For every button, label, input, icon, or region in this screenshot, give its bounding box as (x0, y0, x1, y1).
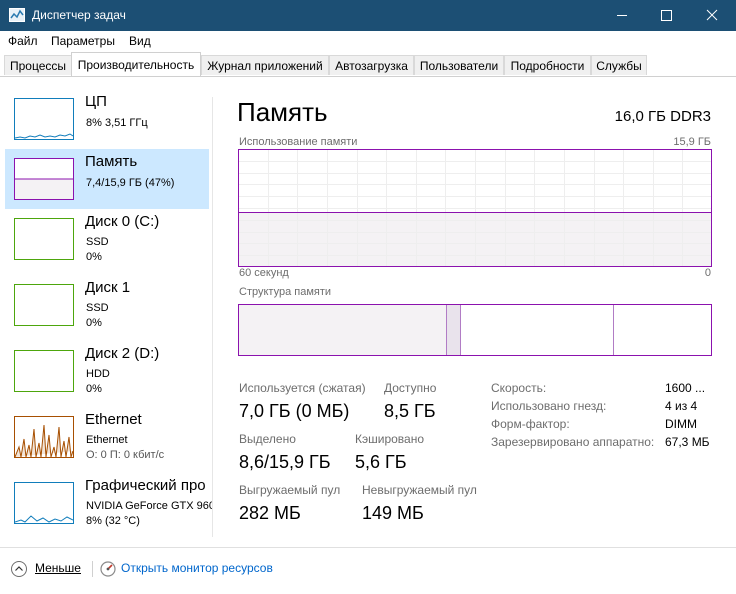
detail-reserved-label: Зарезервировано аппаратно: (491, 435, 655, 449)
stat-committed-value: 8,6/15,9 ГБ (239, 452, 331, 472)
sidebar-value-gpu: 8% (32 °C) (86, 515, 140, 527)
performance-panel: ЦП 8% 3,51 ГГц Память 7,4/15,9 ГБ (47%) … (0, 76, 736, 547)
sidebar-value-disk1: 0% (86, 317, 102, 329)
disk1-thumbnail-graph (14, 284, 74, 326)
menu-file[interactable]: Файл (8, 34, 38, 48)
time-axis-right: 0 (704, 267, 711, 279)
sidebar-divider (212, 97, 213, 537)
window-title: Диспетчер задач (32, 8, 126, 22)
sidebar-value-disk2: 0% (86, 383, 102, 395)
sidebar-type-disk1: SSD (86, 302, 109, 314)
page-title: Память (237, 97, 328, 127)
sidebar-adapter-ethernet: Ethernet (86, 434, 128, 446)
footer-bar: Меньше Открыть монитор ресурсов (0, 547, 736, 594)
stat-paged-pool-label: Выгружаемый пул (239, 483, 341, 497)
maximize-button[interactable] (643, 0, 689, 31)
resource-list: ЦП 8% 3,51 ГГц Память 7,4/15,9 ГБ (47%) … (0, 77, 213, 547)
sidebar-item-disk1[interactable]: Диск 1 SSD 0% (5, 275, 209, 335)
sidebar-item-disk2[interactable]: Диск 2 (D:) HDD 0% (5, 341, 209, 401)
sidebar-type-disk0: SSD (86, 236, 109, 248)
sidebar-value-disk0: 0% (86, 251, 102, 263)
sidebar-model-gpu: NVIDIA GeForce GTX 960 (86, 500, 212, 512)
detail-speed-label: Скорость: (491, 381, 547, 395)
tab-bar: Процессы Производительность Журнал прило… (0, 52, 736, 77)
sidebar-label-ethernet: Ethernet (85, 411, 142, 428)
time-axis-left: 60 секунд (239, 267, 289, 279)
tab-details[interactable]: Подробности (504, 55, 591, 75)
title-bar: Диспетчер задач (0, 0, 736, 31)
close-button[interactable] (689, 0, 735, 31)
tab-performance[interactable]: Производительность (71, 52, 201, 77)
disk2-thumbnail-graph (14, 350, 74, 392)
menu-options[interactable]: Параметры (51, 34, 115, 48)
stat-nonpaged-pool-value: 149 МБ (362, 503, 424, 523)
memory-usage-graph (238, 149, 712, 267)
disk0-thumbnail-graph (14, 218, 74, 260)
sidebar-label-disk2: Диск 2 (D:) (85, 345, 160, 362)
gpu-thumbnail-graph (14, 482, 74, 524)
stat-available-value: 8,5 ГБ (384, 401, 436, 421)
stat-in-use-value: 7,0 ГБ (0 МБ) (239, 401, 350, 421)
sidebar-item-gpu[interactable]: Графический про NVIDIA GeForce GTX 960 8… (5, 473, 212, 533)
sidebar-label-disk0: Диск 0 (C:) (85, 213, 160, 230)
minimize-icon (617, 15, 627, 16)
sidebar-label-memory: Память (85, 153, 138, 170)
minimize-button[interactable] (599, 0, 645, 31)
memory-structure-bar (238, 304, 712, 356)
maximize-icon (661, 10, 672, 21)
sidebar-type-disk2: HDD (86, 368, 110, 380)
sidebar-item-disk0[interactable]: Диск 0 (C:) SSD 0% (5, 209, 209, 269)
detail-reserved-value: 67,3 МБ (665, 435, 710, 449)
sidebar-value-memory: 7,4/15,9 ГБ (47%) (86, 177, 175, 189)
tab-services[interactable]: Службы (591, 55, 647, 75)
sidebar-label-gpu: Графический про (85, 477, 206, 494)
tab-processes[interactable]: Процессы (4, 55, 72, 75)
sidebar-item-memory[interactable]: Память 7,4/15,9 ГБ (47%) (5, 149, 209, 209)
footer-separator (92, 561, 93, 577)
tab-app-history[interactable]: Журнал приложений (201, 55, 329, 75)
stat-in-use-label: Используется (сжатая) (239, 381, 366, 395)
detail-speed-value: 1600 ... (665, 381, 706, 395)
fewer-details-label: Меньше (35, 561, 81, 575)
stat-paged-pool-value: 282 МБ (239, 503, 301, 523)
sidebar-label-disk1: Диск 1 (85, 279, 131, 296)
detail-form-factor-value: DIMM (665, 417, 697, 431)
sidebar-item-ethernet[interactable]: Ethernet Ethernet О: 0 П: 0 кбит/с (5, 407, 209, 467)
chevron-up-icon (11, 561, 27, 577)
open-resource-monitor-label: Открыть монитор ресурсов (121, 561, 273, 575)
detail-slots-label: Использовано гнезд: (491, 399, 607, 413)
sidebar-label-cpu: ЦП (85, 93, 107, 110)
usage-graph-label: Использование памяти (239, 136, 358, 148)
ethernet-thumbnail-graph (14, 416, 74, 458)
detail-slots-value: 4 из 4 (665, 399, 698, 413)
detail-form-factor-label: Форм-фактор: (491, 417, 570, 431)
menu-view[interactable]: Вид (129, 34, 151, 48)
stat-cached-label: Кэшировано (355, 432, 425, 446)
structure-modified (446, 305, 460, 355)
tab-users[interactable]: Пользователи (414, 55, 504, 75)
cpu-thumbnail-graph (14, 98, 74, 140)
stat-available-label: Доступно (384, 381, 437, 395)
tab-startup[interactable]: Автозагрузка (329, 55, 414, 75)
sidebar-item-cpu[interactable]: ЦП 8% 3,51 ГГц (5, 89, 209, 149)
stat-committed-label: Выделено (239, 432, 296, 446)
close-icon (706, 9, 718, 21)
stat-nonpaged-pool-label: Невыгружаемый пул (362, 483, 477, 497)
sidebar-value-ethernet: О: 0 П: 0 кбит/с (86, 449, 165, 461)
sidebar-value-cpu: 8% 3,51 ГГц (86, 117, 148, 129)
structure-graph-label: Структура памяти (239, 286, 332, 298)
usage-graph-max: 15,9 ГБ (673, 136, 711, 148)
resource-monitor-icon (100, 561, 116, 577)
menu-bar: Файл Параметры Вид (0, 31, 736, 52)
memory-thumbnail-graph (14, 158, 74, 200)
stat-cached-value: 5,6 ГБ (355, 452, 407, 472)
memory-spec: 16,0 ГБ DDR3 (614, 108, 711, 125)
structure-in-use (239, 305, 449, 355)
task-manager-icon (9, 8, 25, 22)
